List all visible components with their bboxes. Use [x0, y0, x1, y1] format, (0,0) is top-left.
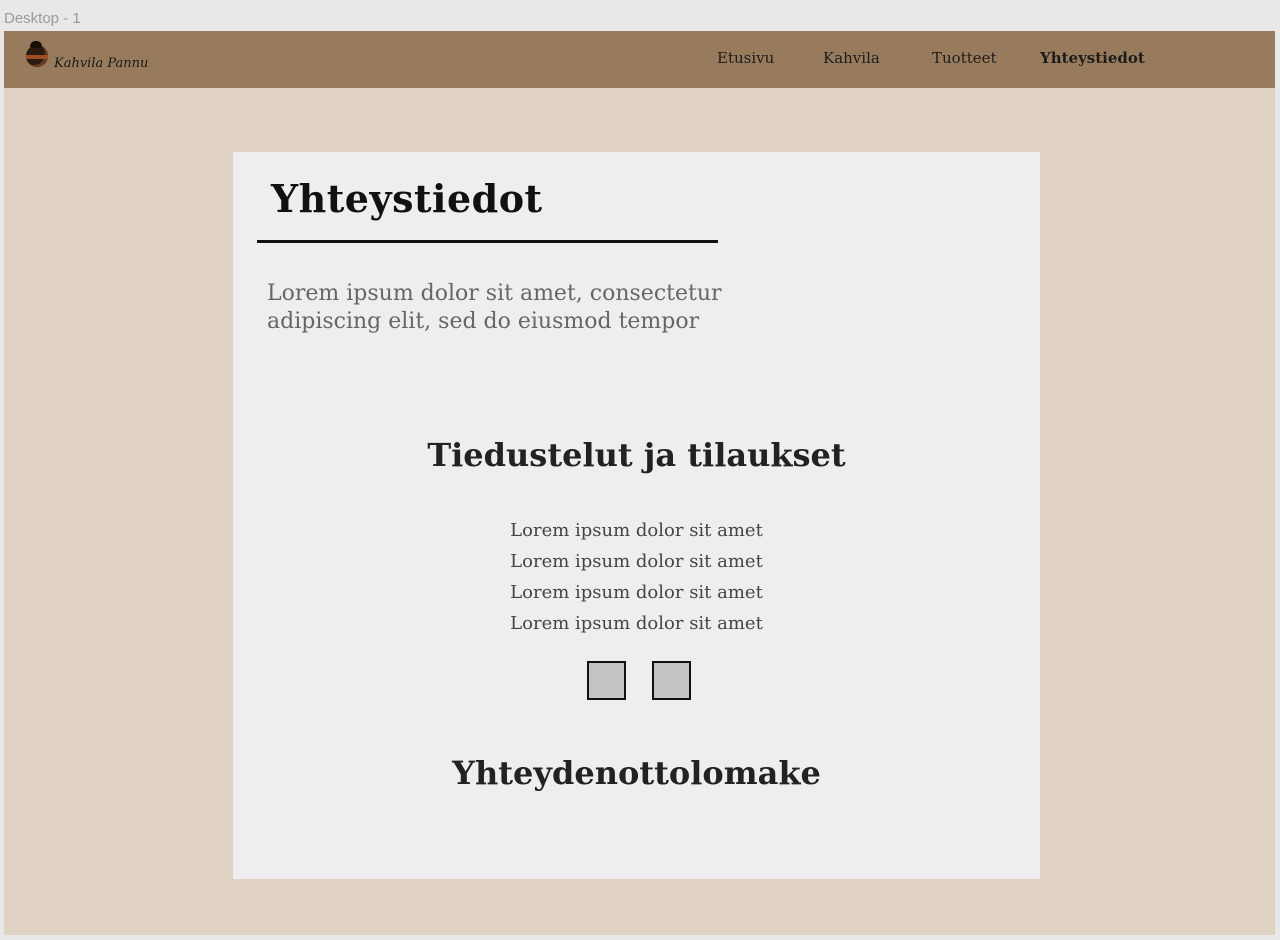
contact-line: Lorem ipsum dolor sit amet: [510, 551, 763, 572]
content-card: Yhteystiedot Lorem ipsum dolor sit amet,…: [233, 152, 1040, 879]
intro-text: Lorem ipsum dolor sit amet, consectetur …: [267, 281, 722, 334]
coffee-pot-icon: [24, 41, 50, 67]
social-icon-placeholder[interactable]: [652, 661, 691, 700]
main-nav: Etusivu Kahvila Tuotteet Yhteystiedot: [717, 49, 1145, 67]
artboard: Kahvila Pannu Etusivu Kahvila Tuotteet Y…: [4, 31, 1275, 935]
contact-lines: Lorem ipsum dolor sit amet Lorem ipsum d…: [233, 515, 1040, 639]
contact-line: Lorem ipsum dolor sit amet: [510, 582, 763, 603]
nav-tuotteet[interactable]: Tuotteet: [932, 49, 1040, 67]
social-links: [587, 661, 691, 700]
nav-kahvila[interactable]: Kahvila: [823, 49, 932, 67]
logo-text: Kahvila Pannu: [54, 56, 149, 71]
page-title: Yhteystiedot: [271, 176, 543, 221]
social-icon-placeholder[interactable]: [587, 661, 626, 700]
nav-etusivu[interactable]: Etusivu: [717, 49, 823, 67]
frame-label: Desktop - 1: [4, 10, 81, 27]
logo[interactable]: Kahvila Pannu: [24, 41, 148, 71]
contact-line: Lorem ipsum dolor sit amet: [510, 520, 763, 541]
nav-yhteystiedot[interactable]: Yhteystiedot: [1040, 49, 1145, 67]
navbar: Kahvila Pannu Etusivu Kahvila Tuotteet Y…: [4, 31, 1275, 88]
contact-line: Lorem ipsum dolor sit amet: [510, 613, 763, 634]
contact-form-heading: Yhteydenottolomake: [452, 754, 821, 792]
inquiries-heading: Tiedustelut ja tilaukset: [427, 436, 846, 474]
title-divider: [257, 240, 718, 243]
